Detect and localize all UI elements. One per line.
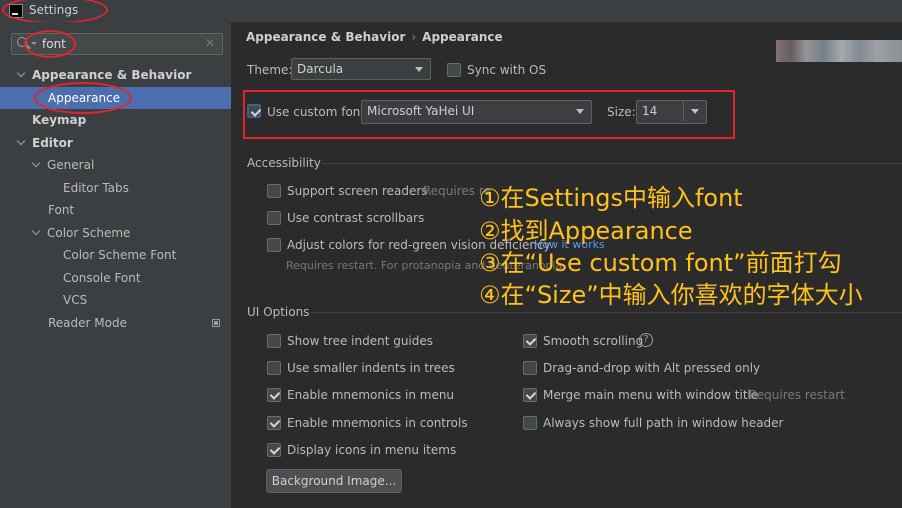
mnemonics-menu-label: Enable mnemonics in menu: [287, 388, 455, 402]
contrast-scrollbars-label: Use contrast scrollbars: [287, 211, 425, 225]
merge-main-menu-label: Merge main menu with window title: [543, 388, 759, 402]
mnemonics-menu-checkbox[interactable]: [267, 388, 281, 402]
tree-item-label: General: [47, 158, 95, 172]
full-path-header-checkbox[interactable]: [523, 416, 537, 430]
annotation-step-3: ③在“Use custom font”前面打勾: [479, 249, 842, 277]
tree-item-label: Color Scheme: [47, 226, 131, 240]
display-icons-checkbox[interactable]: [267, 443, 281, 457]
tree-item-label: Editor: [32, 136, 73, 150]
contrast-scrollbars-checkbox[interactable]: [267, 211, 281, 225]
show-tree-indent-guides-checkbox[interactable]: [267, 334, 281, 348]
title-bar: Settings: [0, 0, 902, 22]
chevron-down-icon: [16, 136, 26, 146]
tree-item-editor[interactable]: Editor: [16, 132, 73, 154]
merge-main-menu-checkbox[interactable]: [523, 388, 537, 402]
sync-with-os-checkbox[interactable]: [447, 63, 461, 77]
tree-item-color-scheme[interactable]: Color Scheme: [31, 222, 131, 244]
annotation-step-2: ②找到Appearance: [479, 217, 693, 245]
accessibility-section-title: Accessibility: [247, 156, 321, 170]
theme-value: Darcula: [297, 62, 344, 76]
breadcrumb-separator-icon: ›: [411, 30, 417, 44]
clear-search-icon[interactable]: ✕: [205, 36, 215, 50]
display-icons-label: Display icons in menu items: [287, 443, 457, 457]
appearance-highlight-oval: [34, 82, 132, 114]
tree-item-editor-tabs[interactable]: Editor Tabs: [63, 177, 129, 199]
tree-item-color-scheme-font[interactable]: Color Scheme Font: [63, 244, 176, 266]
search-highlight-oval: [24, 30, 76, 58]
chevron-down-icon: [31, 158, 41, 168]
show-tree-indent-guides-label: Show tree indent guides: [287, 334, 434, 348]
tree-item-console-font[interactable]: Console Font: [63, 267, 141, 289]
mnemonics-controls-label: Enable mnemonics in controls: [287, 416, 468, 430]
project-settings-icon: [212, 319, 220, 327]
section-divider: [311, 312, 902, 313]
tree-item-general[interactable]: General: [31, 154, 95, 176]
adjust-colors-checkbox[interactable]: [267, 238, 281, 252]
drag-drop-alt-label: Drag-and-drop with Alt pressed only: [543, 361, 761, 375]
smaller-indents-checkbox[interactable]: [267, 361, 281, 375]
breadcrumb-current: Appearance: [422, 30, 503, 44]
tree-item-label: Keymap: [32, 113, 87, 127]
section-divider: [321, 163, 902, 164]
help-icon[interactable]: ?: [639, 333, 653, 347]
tree-item-reader-mode[interactable]: Reader Mode: [48, 312, 127, 334]
tree-item-font[interactable]: Font: [48, 199, 74, 221]
support-screen-readers-label: Support screen readers: [287, 184, 428, 198]
tree-item-label: Color Scheme Font: [63, 248, 177, 262]
font-settings-highlight-box: [243, 90, 735, 139]
blurred-region: [776, 40, 902, 62]
ui-options-section-title: UI Options: [247, 305, 310, 319]
theme-select[interactable]: Darcula: [291, 58, 431, 80]
chevron-down-icon: [16, 68, 26, 78]
annotation-step-4: ④在“Size”中输入你喜欢的字体大小: [479, 281, 863, 309]
dropdown-arrow-icon: [415, 67, 423, 72]
merge-main-menu-hint: Requires restart: [749, 388, 845, 402]
tree-item-label: Appearance & Behavior: [32, 68, 192, 82]
drag-drop-alt-checkbox[interactable]: [523, 361, 537, 375]
tree-item-label: Reader Mode: [48, 316, 127, 330]
support-screen-readers-checkbox[interactable]: [267, 184, 281, 198]
tree-item-label: Font: [48, 203, 75, 217]
chevron-down-icon: [31, 226, 41, 236]
tree-item-label: VCS: [63, 293, 88, 307]
tree-item-label: Editor Tabs: [63, 181, 129, 195]
theme-label: Theme:: [247, 63, 293, 77]
smooth-scrolling-checkbox[interactable]: [523, 334, 537, 348]
breadcrumb: Appearance & Behavior › Appearance: [246, 30, 503, 44]
mnemonics-controls-checkbox[interactable]: [267, 416, 281, 430]
smaller-indents-label: Use smaller indents in trees: [287, 361, 455, 375]
full-path-header-label: Always show full path in window header: [543, 416, 784, 430]
smooth-scrolling-label: Smooth scrolling: [543, 334, 644, 348]
breadcrumb-parent[interactable]: Appearance & Behavior: [246, 30, 405, 44]
annotation-step-1: ①在Settings中输入font: [479, 184, 743, 212]
sync-with-os-label: Sync with OS: [467, 63, 547, 77]
tree-item-vcs[interactable]: VCS: [63, 289, 87, 311]
background-image-button[interactable]: Background Image...: [266, 469, 402, 493]
tree-item-label: Console Font: [63, 271, 141, 285]
